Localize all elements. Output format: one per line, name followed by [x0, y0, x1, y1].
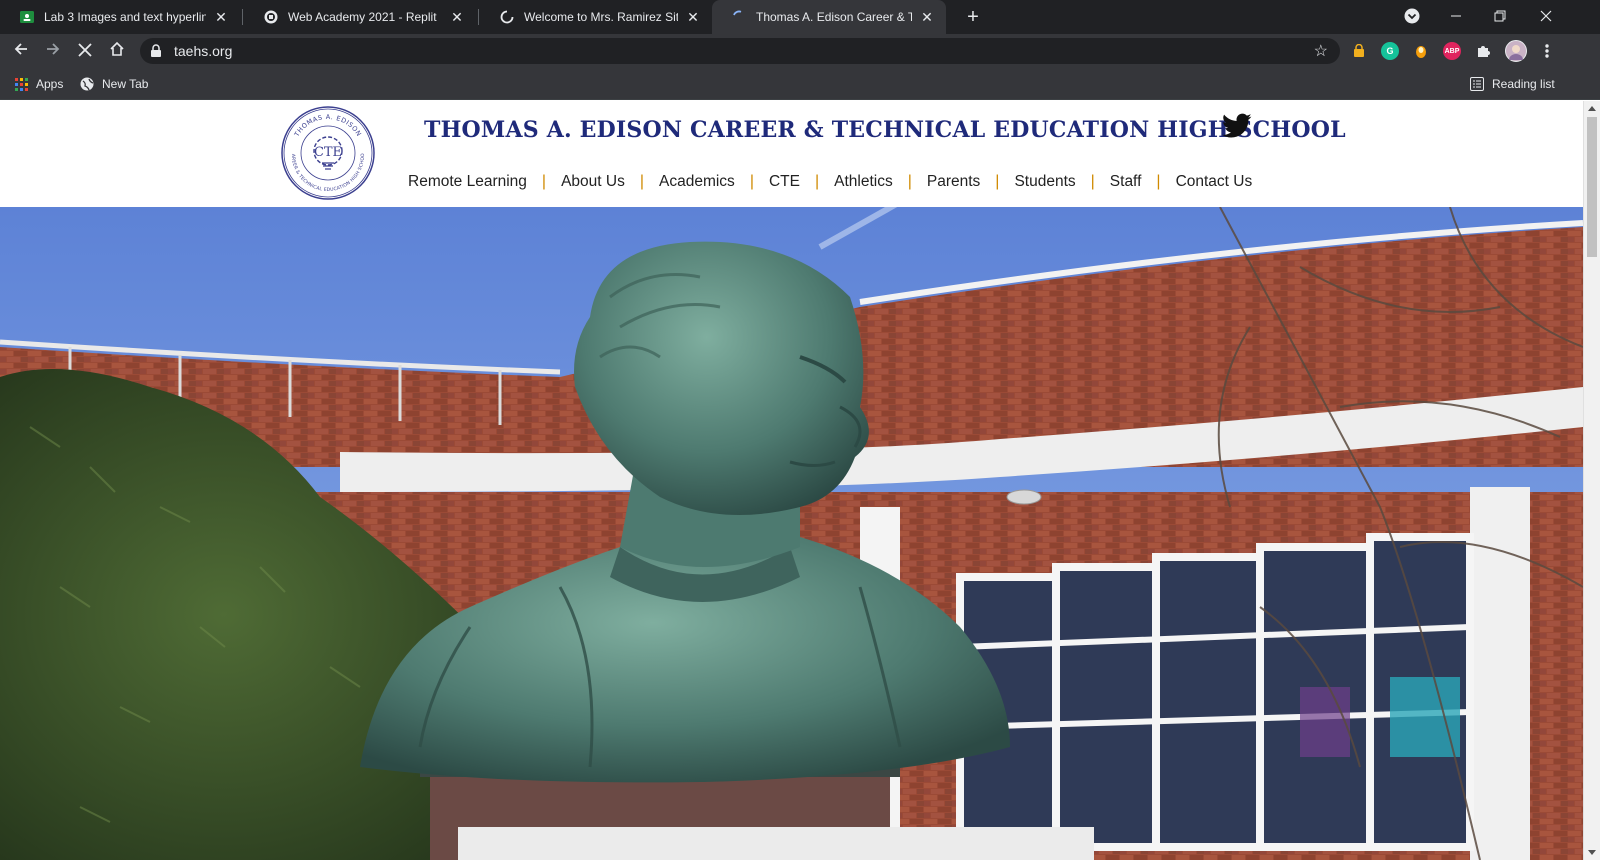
reading-list-button[interactable]: Reading list [1470, 75, 1555, 93]
restore-icon [1494, 9, 1506, 25]
page-scrollbar[interactable] [1583, 101, 1600, 860]
nav-separator: | [995, 173, 1000, 190]
url-text[interactable]: taehs.org [174, 43, 232, 59]
hero-caption-box [458, 827, 1094, 860]
nav-remote-learning[interactable]: Remote Learning [408, 173, 527, 191]
nav-parents[interactable]: Parents [927, 173, 980, 191]
close-icon [1540, 9, 1552, 25]
tab-title: Lab 3 Images and text hyperlinks [44, 10, 206, 24]
adblock-plus-icon[interactable]: ABP [1443, 42, 1461, 60]
arrow-left-icon [13, 41, 29, 62]
nav-separator: | [907, 173, 912, 190]
minimize-icon [1450, 9, 1462, 25]
hero-image [0, 207, 1583, 860]
main-nav: Remote Learning | About Us | Academics |… [408, 173, 1252, 191]
tab-title: Web Academy 2021 - Replit [288, 10, 437, 24]
arrow-right-icon [45, 41, 61, 62]
nav-separator: | [1156, 173, 1161, 190]
tab-close-icon[interactable]: ✕ [212, 8, 230, 26]
school-logo[interactable]: THOMAS A. EDISON CAREER & TECHNICAL EDUC… [278, 101, 376, 201]
tab-ramirez[interactable]: Welcome to Mrs. Ramirez Site - H ✕ [480, 0, 712, 34]
bookmark-apps[interactable]: Apps [14, 75, 63, 93]
tab-search-button[interactable] [1390, 0, 1434, 34]
minimize-button[interactable] [1434, 0, 1478, 34]
back-button[interactable] [8, 38, 34, 64]
nav-cte[interactable]: CTE [769, 173, 800, 191]
new-tab-button[interactable]: + [960, 4, 986, 30]
nav-separator: | [1090, 173, 1095, 190]
browser-toolbar: taehs.org ☆ G ABP [0, 34, 1600, 68]
bookmarks-bar: Apps New Tab Reading list [0, 68, 1600, 100]
loading-spinner-icon [500, 10, 514, 24]
scroll-down-arrow-icon[interactable] [1588, 850, 1596, 855]
profile-avatar[interactable] [1505, 40, 1527, 62]
bookmark-label: New Tab [102, 77, 149, 91]
tab-lab3[interactable]: Lab 3 Images and text hyperlinks ✕ [0, 0, 240, 34]
lastpass-icon[interactable] [1350, 42, 1368, 60]
nav-separator: | [541, 173, 547, 190]
tab-edison-active[interactable]: Thomas A. Edison Career & Techn ✕ [712, 0, 946, 34]
forward-button[interactable] [40, 38, 66, 64]
replit-icon [264, 10, 278, 24]
tab-replit[interactable]: Web Academy 2021 - Replit ✕ [244, 0, 476, 34]
apps-grid-icon [14, 77, 28, 91]
tab-close-icon[interactable]: ✕ [448, 8, 466, 26]
tab-title: Thomas A. Edison Career & Techn [756, 10, 912, 24]
nav-separator: | [639, 173, 644, 190]
bookmark-label: Apps [36, 77, 64, 91]
nav-academics[interactable]: Academics [659, 173, 735, 191]
nav-athletics[interactable]: Athletics [834, 173, 893, 191]
bookmark-new-tab[interactable]: New Tab [80, 75, 148, 93]
bookmark-star-icon[interactable]: ☆ [1314, 41, 1328, 61]
nav-separator: | [814, 173, 820, 190]
home-icon [109, 41, 125, 62]
honey-icon[interactable] [1412, 42, 1430, 60]
restore-button[interactable] [1478, 0, 1522, 34]
reading-list-label: Reading list [1492, 77, 1555, 91]
grammarly-icon[interactable]: G [1381, 42, 1399, 60]
scroll-up-arrow-icon[interactable] [1588, 106, 1596, 111]
globe-icon [80, 77, 94, 91]
lock-icon [150, 44, 162, 58]
extensions-puzzle-icon[interactable] [1474, 42, 1492, 60]
nav-staff[interactable]: Staff [1110, 173, 1142, 191]
twitter-icon[interactable] [1222, 113, 1252, 139]
webpage: THOMAS A. EDISON CAREER & TECHNICAL EDUC… [0, 101, 1583, 860]
nav-about-us[interactable]: About Us [561, 173, 625, 191]
tab-close-icon[interactable]: ✕ [918, 8, 936, 26]
nav-separator: | [749, 173, 754, 190]
close-window-button[interactable] [1524, 0, 1568, 34]
logo-center-text: CTE [314, 145, 342, 160]
tab-divider [242, 9, 243, 25]
chevron-down-icon [1404, 8, 1420, 27]
address-bar[interactable]: taehs.org ☆ [140, 38, 1340, 64]
stop-x-icon [78, 41, 92, 62]
school-title[interactable]: THOMAS A. EDISON CAREER & TECHNICAL EDUC… [424, 117, 1346, 143]
loading-spinner-icon [732, 10, 746, 24]
nav-contact-us[interactable]: Contact Us [1176, 173, 1253, 191]
reading-list-icon [1470, 77, 1484, 91]
google-classroom-icon [20, 10, 34, 24]
tab-divider [478, 9, 479, 25]
home-button[interactable] [104, 38, 130, 64]
menu-kebab-icon[interactable] [1534, 38, 1560, 64]
tab-strip: Lab 3 Images and text hyperlinks ✕ Web A… [0, 0, 1600, 34]
tab-close-icon[interactable]: ✕ [684, 8, 702, 26]
nav-students[interactable]: Students [1014, 173, 1075, 191]
scrollbar-thumb[interactable] [1587, 117, 1597, 257]
stop-loading-button[interactable] [72, 38, 98, 64]
tab-title: Welcome to Mrs. Ramirez Site - H [524, 10, 678, 24]
